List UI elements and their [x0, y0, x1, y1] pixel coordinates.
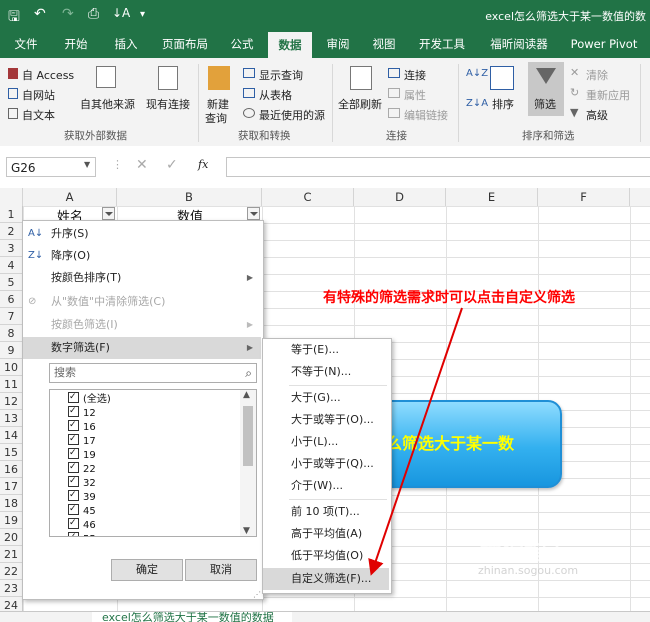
- sheet-tab-bar: excel怎么筛选大于某一数值的数据: [0, 611, 650, 622]
- annotation-arrow: [368, 307, 463, 576]
